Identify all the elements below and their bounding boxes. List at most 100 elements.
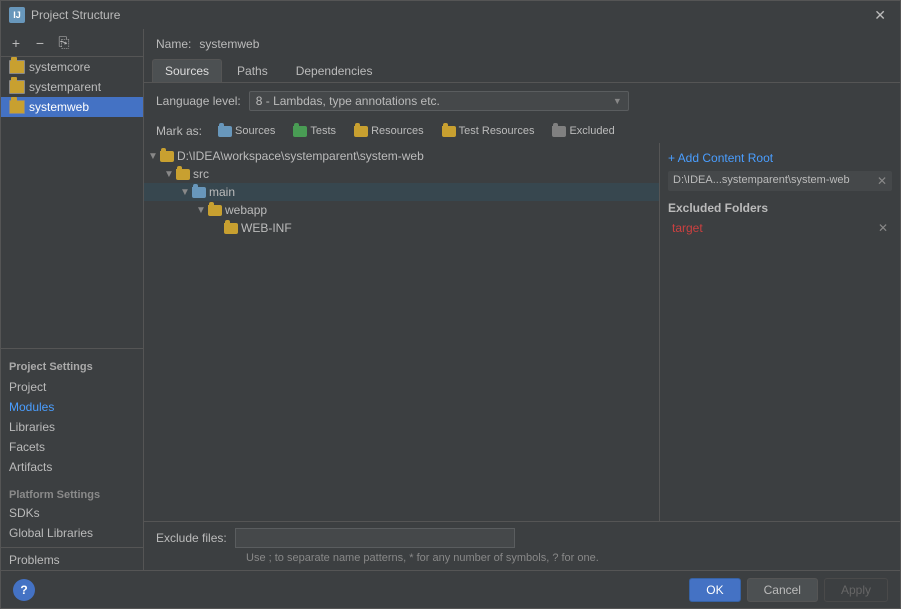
tree-item-webinf[interactable]: ▶ WEB-INF	[144, 219, 659, 237]
exclude-files-row: Exclude files:	[156, 528, 888, 548]
resources-label: Resources	[371, 125, 424, 137]
sidebar-item-label: Problems	[9, 553, 60, 567]
module-item-systemweb[interactable]: systemweb	[1, 97, 143, 117]
lang-select-value: 8 - Lambdas, type annotations etc.	[256, 94, 440, 108]
left-panel: + − ⎘ systemcore systemparent systemweb	[1, 29, 144, 570]
module-list: systemcore systemparent systemweb	[1, 57, 143, 203]
tree-item-main[interactable]: ▼ main	[144, 183, 659, 201]
sidebar-item-label: Global Libraries	[9, 526, 93, 540]
excluded-folder-icon	[552, 126, 566, 137]
sidebar-item-project[interactable]: Project	[1, 377, 143, 397]
name-label: Name:	[156, 37, 191, 51]
mark-sources-button[interactable]: Sources	[212, 123, 281, 139]
mark-test-resources-button[interactable]: Test Resources	[436, 123, 541, 139]
module-item-systemcore[interactable]: systemcore	[1, 57, 143, 77]
lang-label: Language level:	[156, 94, 241, 108]
tests-folder-icon	[293, 126, 307, 137]
webinf-folder-icon	[224, 223, 238, 234]
apply-button[interactable]: Apply	[824, 578, 888, 602]
sidebar-item-sdks[interactable]: SDKs	[1, 503, 143, 523]
tree-item-webapp[interactable]: ▼ webapp	[144, 201, 659, 219]
cancel-button[interactable]: Cancel	[747, 578, 818, 602]
info-panel: + Add Content Root D:\IDEA...systemparen…	[660, 143, 900, 521]
lang-row: Language level: 8 - Lambdas, type annota…	[144, 83, 900, 119]
exclude-files-section: Exclude files: Use ; to separate name pa…	[144, 521, 900, 570]
module-label: systemparent	[29, 80, 101, 94]
add-content-root-button[interactable]: + Add Content Root	[668, 151, 892, 165]
right-panel: Name: systemweb Sources Paths Dependenci…	[144, 29, 900, 570]
mark-row: Mark as: Sources Tests Resources Test Re…	[144, 119, 900, 143]
tests-label: Tests	[310, 125, 336, 137]
expand-arrow-webinf[interactable]: ▶	[212, 223, 224, 234]
module-label: systemcore	[29, 60, 90, 74]
file-tree[interactable]: ▼ D:\IDEA\workspace\systemparent\system-…	[144, 143, 660, 521]
module-icon	[9, 100, 25, 114]
exclude-files-input[interactable]	[235, 528, 515, 548]
language-level-select[interactable]: 8 - Lambdas, type annotations etc. ▼	[249, 91, 629, 111]
sidebar-item-label: Facets	[9, 440, 45, 454]
ok-button[interactable]: OK	[689, 578, 740, 602]
main-label: main	[209, 185, 235, 199]
collapse-arrow[interactable]: ▼	[148, 151, 160, 162]
sidebar-item-label: Modules	[9, 400, 54, 414]
module-icon	[9, 80, 25, 94]
collapse-arrow-src[interactable]: ▼	[164, 169, 176, 180]
webapp-folder-icon	[208, 205, 222, 216]
chevron-down-icon: ▼	[613, 96, 622, 106]
remove-content-root-button[interactable]: ✕	[877, 174, 887, 188]
sidebar-item-libraries[interactable]: Libraries	[1, 417, 143, 437]
sidebar-item-problems[interactable]: Problems	[1, 550, 143, 570]
tab-paths[interactable]: Paths	[224, 59, 281, 82]
dialog-footer: ? OK Cancel Apply	[1, 570, 900, 608]
resources-folder-icon	[354, 126, 368, 137]
sources-folder-icon	[218, 126, 232, 137]
webinf-label: WEB-INF	[241, 221, 292, 235]
webapp-label: webapp	[225, 203, 267, 217]
close-button[interactable]: ✕	[868, 5, 892, 26]
tab-sources[interactable]: Sources	[152, 59, 222, 82]
tree-item-src[interactable]: ▼ src	[144, 165, 659, 183]
exclude-hint-text: Use ; to separate name patterns, * for a…	[246, 552, 888, 564]
sidebar-item-label: Libraries	[9, 420, 55, 434]
sidebar-item-global-libraries[interactable]: Global Libraries	[1, 523, 143, 543]
remove-module-button[interactable]: −	[29, 32, 51, 54]
project-structure-dialog: IJ Project Structure ✕ + − ⎘ systemcore …	[0, 0, 901, 609]
module-name-value: systemweb	[199, 37, 888, 51]
tab-dependencies[interactable]: Dependencies	[283, 59, 386, 82]
title-bar: IJ Project Structure ✕	[1, 1, 900, 29]
tree-item-root[interactable]: ▼ D:\IDEA\workspace\systemparent\system-…	[144, 147, 659, 165]
main-folder-icon	[192, 187, 206, 198]
help-button[interactable]: ?	[13, 579, 35, 601]
excluded-label: Excluded	[569, 125, 614, 137]
mark-tests-button[interactable]: Tests	[287, 123, 342, 139]
module-icon	[9, 60, 25, 74]
sidebar-item-modules[interactable]: Modules	[1, 397, 143, 417]
sidebar-item-artifacts[interactable]: Artifacts	[1, 457, 143, 477]
sidebar-item-facets[interactable]: Facets	[1, 437, 143, 457]
collapse-arrow-webapp[interactable]: ▼	[196, 205, 208, 216]
project-settings-header: Project Settings	[1, 353, 143, 377]
excluded-item-target: target ✕	[668, 219, 892, 237]
sidebar-item-label: Project	[9, 380, 46, 394]
remove-excluded-button[interactable]: ✕	[878, 221, 888, 235]
tabs-bar: Sources Paths Dependencies	[144, 59, 900, 83]
collapse-arrow-main[interactable]: ▼	[180, 187, 192, 198]
platform-settings-header: Platform Settings	[1, 481, 143, 503]
mark-excluded-button[interactable]: Excluded	[546, 123, 620, 139]
content-root-path: D:\IDEA...systemparent\system-web ✕	[668, 171, 892, 191]
left-toolbar: + − ⎘	[1, 29, 143, 57]
add-module-button[interactable]: +	[5, 32, 27, 54]
sidebar-item-label: Artifacts	[9, 460, 52, 474]
sidebar-item-label: SDKs	[9, 506, 40, 520]
root-folder-icon	[160, 151, 174, 162]
copy-module-button[interactable]: ⎘	[53, 32, 75, 54]
mark-resources-button[interactable]: Resources	[348, 123, 430, 139]
excluded-item-label: target	[672, 221, 703, 235]
app-icon: IJ	[9, 7, 25, 23]
split-pane: ▼ D:\IDEA\workspace\systemparent\system-…	[144, 143, 900, 521]
module-item-systemparent[interactable]: systemparent	[1, 77, 143, 97]
mark-as-label: Mark as:	[156, 124, 202, 138]
src-folder-icon	[176, 169, 190, 180]
test-resources-label: Test Resources	[459, 125, 535, 137]
window-title: Project Structure	[31, 8, 868, 22]
